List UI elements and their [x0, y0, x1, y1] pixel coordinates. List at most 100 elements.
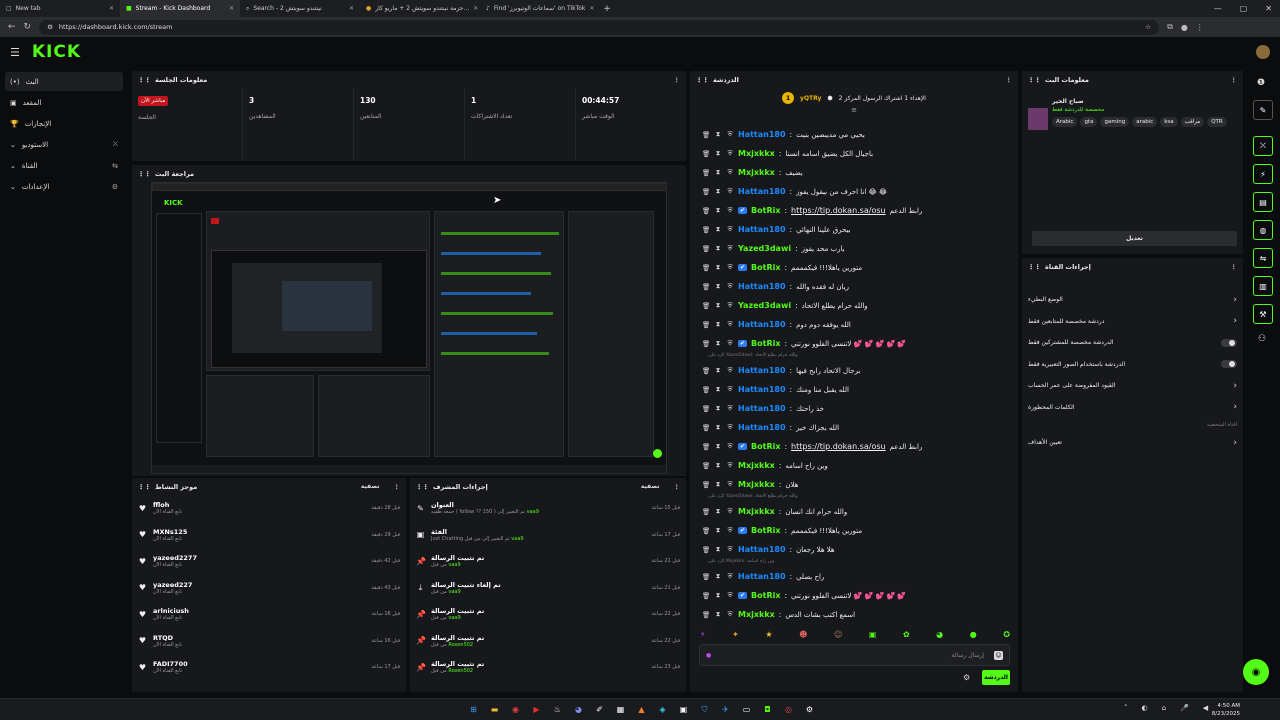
browser-tab[interactable]: ▢ New tab ✕: [0, 0, 120, 17]
delete-icon[interactable]: 🗑: [702, 169, 710, 177]
timeout-icon[interactable]: ⧗: [714, 423, 722, 432]
delete-icon[interactable]: 🗑: [702, 150, 710, 158]
ban-icon[interactable]: ⛨: [726, 507, 734, 516]
avatar[interactable]: [1256, 45, 1270, 59]
ban-icon[interactable]: ⛨: [726, 545, 734, 554]
ban-icon[interactable]: ⛨: [726, 591, 734, 600]
ban-icon[interactable]: ⛨: [726, 206, 734, 215]
delete-icon[interactable]: 🗑: [702, 592, 710, 600]
menu-icon[interactable]: ⋮: [1196, 23, 1204, 32]
send-chat-button[interactable]: الدردشة: [982, 670, 1010, 685]
profile-icon[interactable]: ●: [1181, 23, 1188, 32]
chat-message[interactable]: 🗑 ⧗ ⛨ ✔ BotRix: متورين ياهلا!!! فيكمممم: [694, 521, 1012, 540]
delete-icon[interactable]: 🗑: [702, 264, 710, 272]
sidebar-item-studio[interactable]: ⌄ الاستوديو ⛌: [5, 135, 123, 154]
timeout-icon[interactable]: ⧗: [714, 572, 722, 581]
tag[interactable]: ksa: [1160, 117, 1178, 127]
delete-icon[interactable]: 🗑: [702, 207, 710, 215]
delete-icon[interactable]: 🗑: [702, 226, 710, 234]
browser-tab-active[interactable]: ■ Stream - Kick Dashboard ✕: [120, 0, 240, 17]
ban-icon[interactable]: ⛨: [726, 187, 734, 196]
browser-tab[interactable]: ♪ Find 'سماعات الوتيوبرز' on TikTok ✕: [480, 0, 600, 17]
more-icon[interactable]: ⋮: [1231, 263, 1238, 271]
app-icon[interactable]: ◈: [655, 702, 670, 717]
timeout-icon[interactable]: ⧗: [714, 244, 722, 253]
emotes-only-toggle[interactable]: [1221, 360, 1237, 369]
chat-message[interactable]: 🗑 ⧗ ⛨ ✔ BotRix: لاتنسى الفلوو نورتني 💕 💕 💕 💕 …: [694, 586, 1012, 605]
close-panel-icon[interactable]: ⛌: [1253, 136, 1273, 156]
timeout-icon[interactable]: ⧗: [714, 320, 722, 329]
back-icon[interactable]: ←: [8, 22, 16, 32]
timeout-icon[interactable]: ⧗: [714, 282, 722, 291]
chat-message[interactable]: 🗑 ⧗ ⛨ Hattan180: الله يوفقه دوم دوم: [694, 315, 1012, 334]
ban-icon[interactable]: ⛨: [726, 320, 734, 329]
timeout-icon[interactable]: ⧗: [714, 339, 722, 348]
emote-icon[interactable]: ✪: [1003, 630, 1010, 639]
ban-icon[interactable]: ⛨: [726, 404, 734, 413]
delete-icon[interactable]: 🗑: [702, 283, 710, 291]
ban-icon[interactable]: ⛨: [726, 225, 734, 234]
layout-icon[interactable]: ▥: [1253, 276, 1273, 296]
chat-message[interactable]: 🗑 ⧗ ⛨ Hattan180: ريان له فقده والله: [694, 277, 1012, 296]
chat-username[interactable]: Mxjxkkx: [738, 149, 775, 158]
ban-icon[interactable]: ⛨: [726, 282, 734, 291]
ban-icon[interactable]: ⛨: [726, 461, 734, 470]
hamburger-icon[interactable]: ☰: [10, 46, 20, 59]
delete-icon[interactable]: 🗑: [702, 443, 710, 451]
timeout-icon[interactable]: ⧗: [714, 461, 722, 470]
chat-username[interactable]: BotRix: [751, 442, 780, 451]
chat-username[interactable]: Hattan180: [738, 282, 786, 291]
delete-icon[interactable]: 🗑: [702, 508, 710, 516]
system-clock[interactable]: 4:50 AM 8/23/2025: [1212, 702, 1240, 718]
drag-icon[interactable]: ⋮⋮: [696, 76, 709, 84]
drag-icon[interactable]: ⋮⋮: [416, 483, 429, 491]
app-icon[interactable]: ▭: [739, 702, 754, 717]
delete-icon[interactable]: 🗑: [702, 245, 710, 253]
address-bar[interactable]: ⚙ https://dashboard.kick.com/stream ☆: [39, 19, 1160, 35]
close-icon[interactable]: ✕: [589, 5, 594, 12]
new-tab-button[interactable]: +: [600, 4, 614, 14]
timeout-icon[interactable]: ⧗: [714, 263, 722, 272]
document-icon[interactable]: ▤: [1253, 192, 1273, 212]
tag[interactable]: مراقب: [1180, 117, 1205, 127]
chat-username[interactable]: Hattan180: [738, 404, 786, 413]
chevron-up-icon[interactable]: ˄: [1124, 704, 1128, 712]
filter-button[interactable]: تصفية: [361, 483, 380, 490]
timeout-icon[interactable]: ⧗: [714, 130, 722, 139]
wifi-icon[interactable]: ⌂: [1162, 704, 1166, 712]
timeout-icon[interactable]: ⧗: [714, 225, 722, 234]
gear-icon[interactable]: ⚙: [963, 673, 970, 682]
chat-message[interactable]: 🗑 ⧗ ⛨ Hattan180: انا احرف من بيقول يفوز 😂 😂: [694, 182, 1012, 201]
chat-message[interactable]: 🗑 ⧗ ⛨ Hattan180: يحيي مي مديبصين بنيت: [694, 125, 1012, 144]
chat-link[interactable]: https://tip.dokan.sa/osu: [791, 206, 886, 215]
ban-icon[interactable]: ⛨: [726, 526, 734, 535]
timeout-icon[interactable]: ⧗: [714, 301, 722, 310]
drag-icon[interactable]: ⋮⋮: [138, 76, 151, 84]
chat-message[interactable]: 🗑 ⧗ ⛨ Yazed3dawi: والله حرام يطلع الاتحاد: [694, 296, 1012, 315]
chat-message[interactable]: 🗑 ⧗ ⛨ Mxjxkkx: هلان: [694, 475, 1012, 494]
pinned-goal[interactable]: 1 yQTRy ⬢ الإهداء 1 اشتراك الرسول المركز…: [690, 88, 1018, 108]
support-chat-button[interactable]: ◉: [1243, 659, 1269, 685]
ban-icon[interactable]: ⛨: [726, 263, 734, 272]
timeout-icon[interactable]: ⧗: [714, 610, 722, 619]
chat-message[interactable]: 🗑 ⧗ ⛨ Hattan180: هلا هلا رجعان: [694, 540, 1012, 559]
delete-icon[interactable]: 🗑: [702, 611, 710, 619]
close-icon[interactable]: ✕: [349, 5, 354, 12]
reload-icon[interactable]: ↻: [24, 22, 32, 32]
emote-icon[interactable]: ★: [765, 630, 772, 639]
chat-username[interactable]: Mxjxkkx: [738, 461, 775, 470]
banned-words-item[interactable]: الكلمات المحظورة ›: [1022, 397, 1243, 419]
sidebar-item-settings[interactable]: ⌄ الإعدادات ⚙: [5, 177, 123, 196]
subscribers-only-toggle[interactable]: [1221, 338, 1237, 347]
app-icon[interactable]: ◘: [760, 702, 775, 717]
delete-icon[interactable]: 🗑: [702, 367, 710, 375]
chat-username[interactable]: Hattan180: [738, 225, 786, 234]
app-icon[interactable]: ⛉: [697, 702, 712, 717]
chat-username[interactable]: Hattan180: [738, 423, 786, 432]
delete-icon[interactable]: 🗑: [702, 386, 710, 394]
tag[interactable]: Arabic: [1052, 117, 1078, 127]
sidebar-item-seat[interactable]: ▣ المقعد: [5, 93, 123, 112]
chat-username[interactable]: BotRix: [751, 206, 780, 215]
minimize-icon[interactable]: —: [1214, 4, 1222, 13]
chat-username[interactable]: Hattan180: [738, 545, 786, 554]
